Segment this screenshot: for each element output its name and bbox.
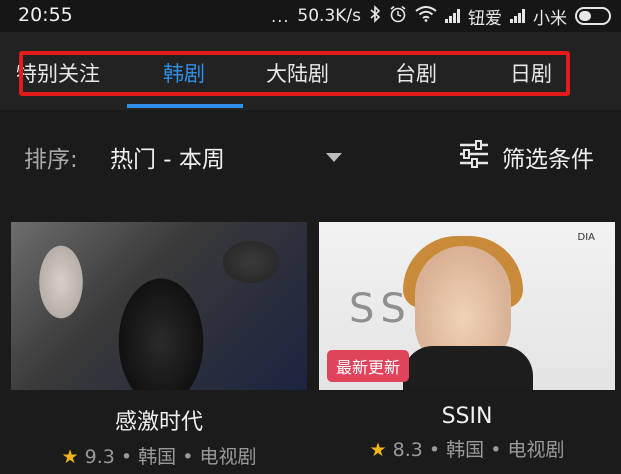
annotation-highlight-box (19, 51, 570, 96)
drama-title[interactable]: SSIN (319, 404, 615, 429)
drama-title[interactable]: 感激时代 (11, 404, 307, 436)
rating-value: 9.3 (84, 446, 115, 468)
battery-icon (575, 7, 611, 25)
filter-button[interactable]: 筛选条件 (502, 140, 594, 174)
carrier-label-2: 小米 (533, 8, 567, 29)
star-icon: ★ (61, 446, 79, 468)
signal-icon-2 (510, 9, 525, 23)
dropdown-caret-icon[interactable] (326, 153, 342, 162)
new-update-badge: 最新更新 (327, 350, 410, 382)
region-label: 韩国 (446, 439, 485, 461)
region-label: 韩国 (138, 446, 177, 468)
meta-separator: • (182, 446, 194, 468)
drama-poster-image[interactable] (11, 222, 307, 390)
poster-logo: DIA (577, 232, 596, 243)
poster-figure-body (403, 346, 533, 390)
filter-sliders-icon[interactable] (458, 140, 490, 168)
type-label: 电视剧 (199, 446, 257, 468)
status-bar: 20:55 ... 50.3K/s 钮爱 小米 (0, 0, 621, 32)
carrier-label-1: 钮爱 (468, 8, 502, 29)
meta-separator: • (490, 439, 502, 461)
sort-dropdown[interactable]: 热门 - 本周 (110, 140, 225, 174)
drama-card[interactable]: SS IN DIA 最新更新 SSIN ★ 8.3 • 韩国 • 电视剧 (319, 222, 615, 462)
meta-separator: • (428, 439, 441, 461)
drama-meta: ★ 9.3 • 韩国 • 电视剧 (11, 442, 307, 469)
status-time: 20:55 (18, 4, 73, 26)
wifi-icon (415, 5, 437, 27)
more-notifications-icon: ... (271, 6, 290, 26)
drama-card[interactable]: 感激时代 ★ 9.3 • 韩国 • 电视剧 (11, 222, 307, 469)
active-tab-indicator (127, 104, 243, 108)
sort-label: 排序: (24, 147, 78, 173)
sort-bar: 排序: 热门 - 本周 筛选条件 (0, 110, 621, 200)
drama-meta: ★ 8.3 • 韩国 • 电视剧 (319, 435, 615, 462)
category-tab-bar: 特别关注 韩剧 大陆剧 台剧 日剧 (0, 32, 621, 110)
bluetooth-icon (369, 4, 381, 28)
star-icon: ★ (369, 439, 387, 461)
network-speed: 50.3K/s (297, 6, 361, 26)
drama-poster-image[interactable]: SS IN DIA 最新更新 (319, 222, 615, 390)
type-label: 电视剧 (507, 439, 565, 461)
signal-icon-1 (445, 9, 460, 23)
status-right-group: ... 50.3K/s 钮爱 小米 (271, 4, 611, 29)
meta-separator: • (120, 446, 133, 468)
rating-value: 8.3 (392, 439, 423, 461)
alarm-icon (389, 5, 407, 28)
